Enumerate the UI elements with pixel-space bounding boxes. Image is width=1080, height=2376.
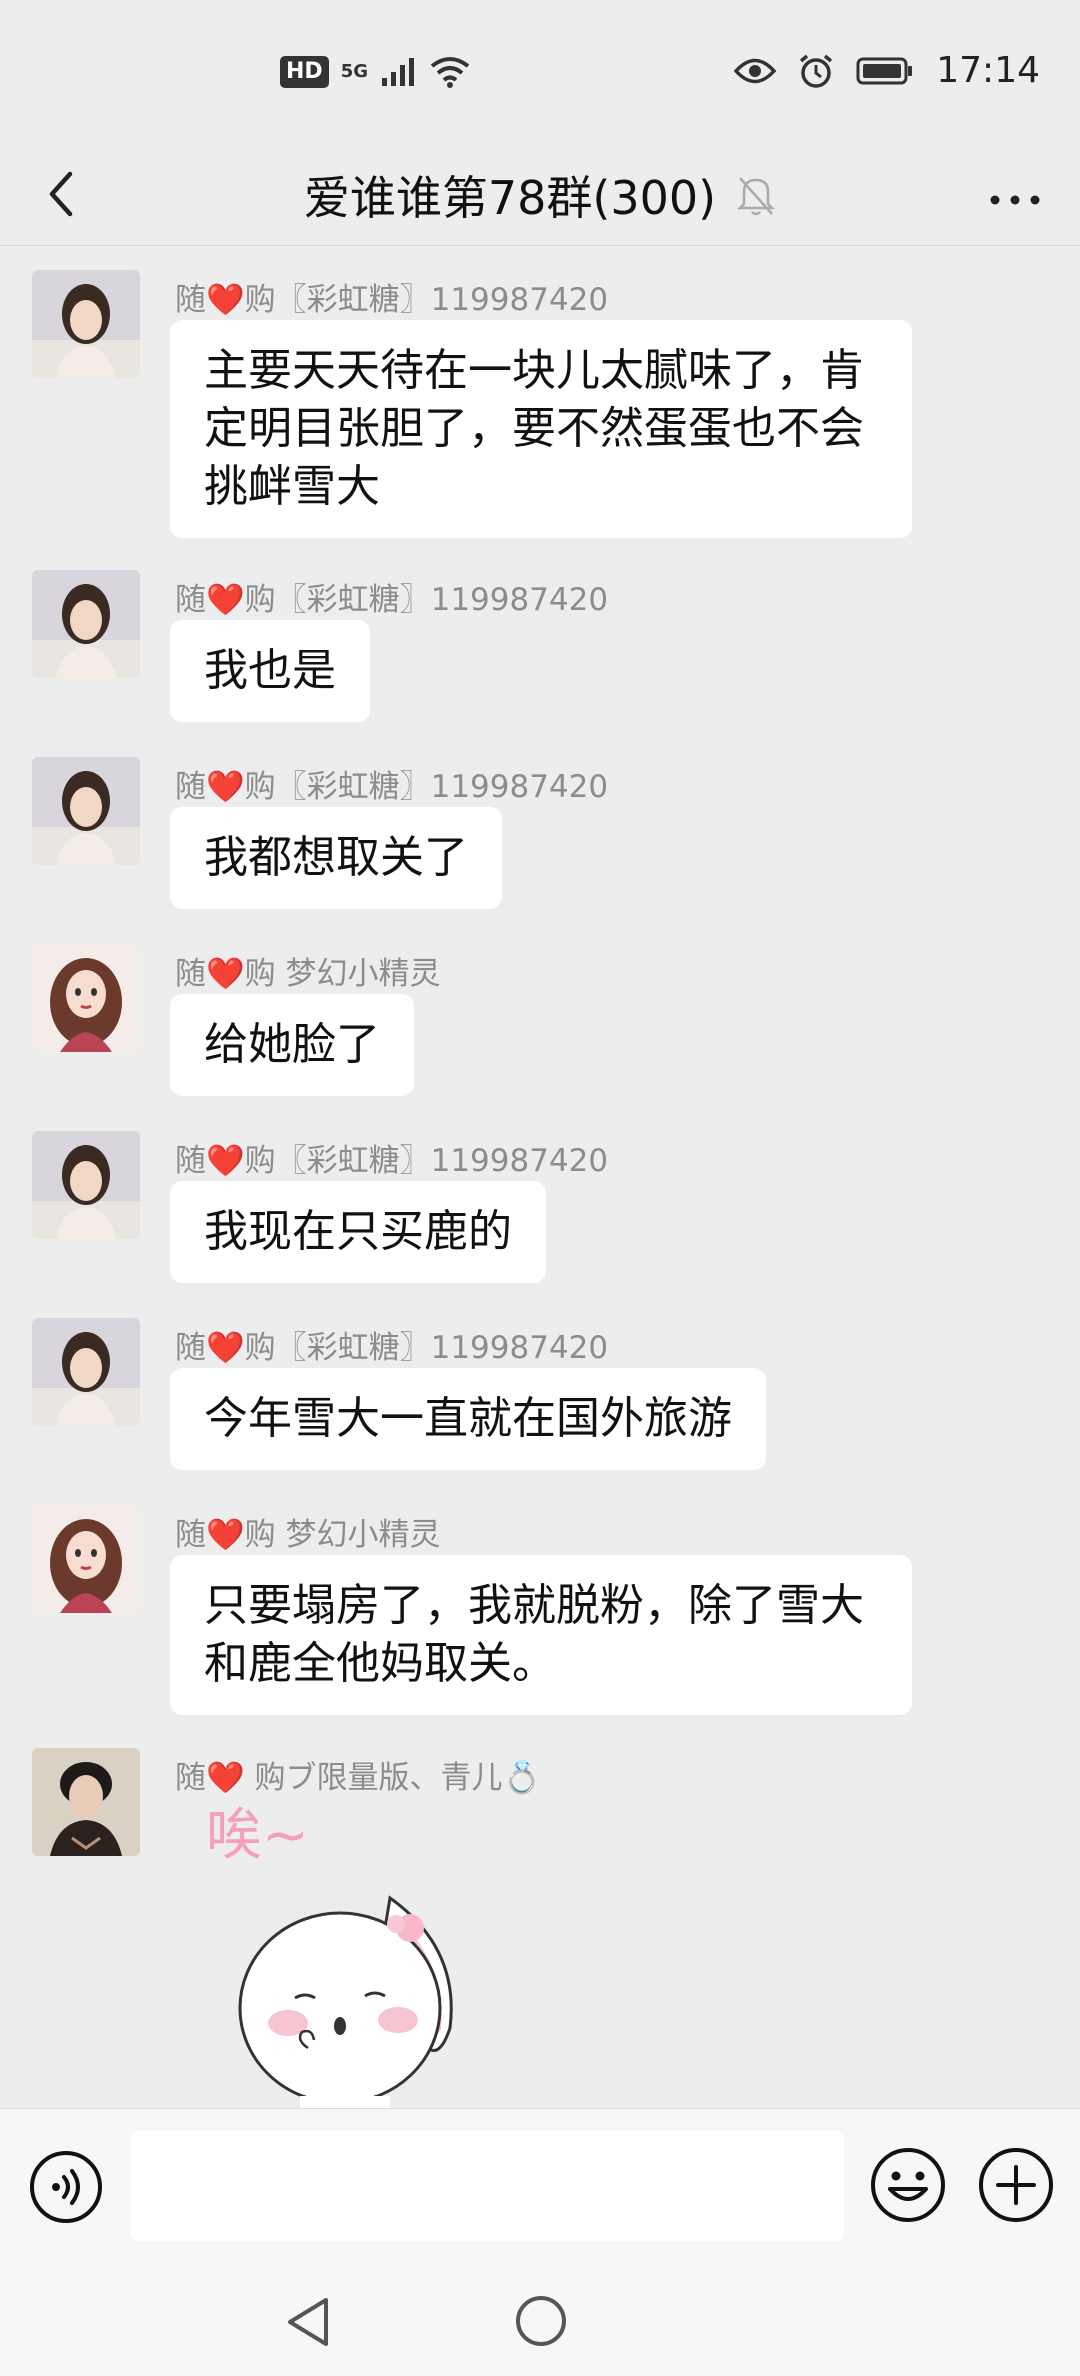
system-nav-bar	[0, 2266, 1080, 2376]
sender-prefix: 随	[175, 582, 206, 618]
more-options-icon[interactable]	[980, 160, 1050, 230]
message-line: 只要塌房了，我就脱粉，除了雪大	[204, 1580, 864, 1631]
sender-prefix: 随	[175, 956, 206, 992]
message-bubble[interactable]: 只要塌房了，我就脱粉，除了雪大 和鹿全他妈取关。	[170, 1555, 912, 1715]
heart-icon: ❤️	[206, 282, 245, 318]
sender-prefix: 随	[175, 769, 206, 805]
message-bubble[interactable]: 今年雪大一直就在国外旅游	[170, 1368, 766, 1470]
message-bubble[interactable]: 我现在只买鹿的	[170, 1181, 546, 1283]
sender-name: 随❤️购〖彩虹糖〗119987420	[175, 574, 608, 619]
sender-prefix: 随	[175, 282, 206, 318]
avatar-woman-vintage[interactable]	[32, 1748, 140, 1856]
sender-rest: 购〖彩虹糖〗119987420	[244, 769, 609, 805]
heart-icon: ❤️	[206, 1330, 245, 1366]
message-bubble[interactable]: 我都想取关了	[170, 807, 502, 909]
hd-badge: HD	[280, 56, 329, 88]
emoji-icon[interactable]	[868, 2145, 948, 2225]
voice-icon[interactable]	[28, 2149, 104, 2225]
signal-icon	[382, 58, 414, 86]
chat-title: 爱谁谁第78群(300)	[303, 171, 717, 225]
chat-header: 爱谁谁第78群(300)	[0, 140, 1080, 250]
plus-icon[interactable]	[976, 2145, 1056, 2225]
avatar-woman[interactable]	[32, 1131, 140, 1239]
sender-prefix: 随	[175, 1143, 206, 1179]
message-input[interactable]	[130, 2131, 844, 2241]
status-bar: HD 5G 17:14	[0, 0, 1080, 150]
avatar-cartoon-girl[interactable]	[32, 1505, 140, 1613]
heart-icon: ❤️	[206, 1517, 245, 1553]
sender-rest: 购 梦幻小精灵	[244, 1517, 441, 1553]
message-bubble[interactable]: 我也是	[170, 620, 370, 722]
rabbit-sticker[interactable]: 唉~	[200, 1778, 500, 2108]
status-left: HD 5G	[280, 56, 470, 88]
sender-rest: 购〖彩虹糖〗119987420	[244, 582, 609, 618]
message-line: 挑衅雪大	[204, 461, 380, 512]
clock: 17:14	[936, 50, 1040, 91]
sender-name: 随❤️购〖彩虹糖〗119987420	[175, 274, 608, 319]
avatar-woman[interactable]	[32, 1318, 140, 1426]
heart-icon: ❤️	[206, 769, 245, 805]
sender-name: 随❤️购 梦幻小精灵	[175, 948, 440, 993]
sender-rest: 购〖彩虹糖〗119987420	[244, 1330, 609, 1366]
message-bubble[interactable]: 给她脸了	[170, 994, 414, 1096]
sender-rest: 购〖彩虹糖〗119987420	[244, 282, 609, 318]
heart-icon: ❤️	[206, 956, 245, 992]
header-divider	[0, 245, 1080, 246]
alarm-icon	[800, 54, 833, 88]
eye-icon	[734, 58, 777, 83]
mute-bell-icon	[737, 177, 776, 216]
title-wrap: 爱谁谁第78群(300)	[0, 140, 1080, 250]
nav-home-icon[interactable]	[512, 2292, 570, 2350]
sender-prefix: 随	[175, 1517, 206, 1553]
input-bar	[0, 2108, 1080, 2267]
sender-name: 随❤️购 梦幻小精灵	[175, 1509, 440, 1554]
sender-prefix: 随	[175, 1330, 206, 1366]
sender-name: 随❤️购〖彩虹糖〗119987420	[175, 761, 608, 806]
status-right: 17:14	[734, 50, 1040, 91]
sender-name: 随❤️购〖彩虹糖〗119987420	[175, 1135, 608, 1180]
sender-rest: 购〖彩虹糖〗119987420	[244, 1143, 609, 1179]
battery-icon	[856, 57, 913, 84]
message-line: 定明目张胆了，要不然蛋蛋也不会	[204, 403, 864, 454]
message-line: 主要天天待在一块儿太腻味了，肯	[204, 345, 864, 396]
avatar-woman[interactable]	[32, 570, 140, 678]
heart-icon: ❤️	[206, 582, 245, 618]
avatar-woman[interactable]	[32, 757, 140, 865]
heart-icon: ❤️	[206, 1143, 245, 1179]
sender-name: 随❤️购〖彩虹糖〗119987420	[175, 1322, 608, 1367]
message-bubble[interactable]: 主要天天待在一块儿太腻味了，肯 定明目张胆了，要不然蛋蛋也不会 挑衅雪大	[170, 320, 912, 538]
network-label: 5G	[340, 61, 368, 82]
sticker-text: 唉~	[206, 1803, 309, 1868]
avatar-woman[interactable]	[32, 270, 140, 378]
message-line: 和鹿全他妈取关。	[204, 1638, 556, 1689]
nav-back-icon[interactable]	[280, 2292, 336, 2352]
sender-rest: 购 梦幻小精灵	[244, 956, 441, 992]
wifi-icon	[430, 57, 470, 88]
avatar-cartoon-girl[interactable]	[32, 944, 140, 1052]
